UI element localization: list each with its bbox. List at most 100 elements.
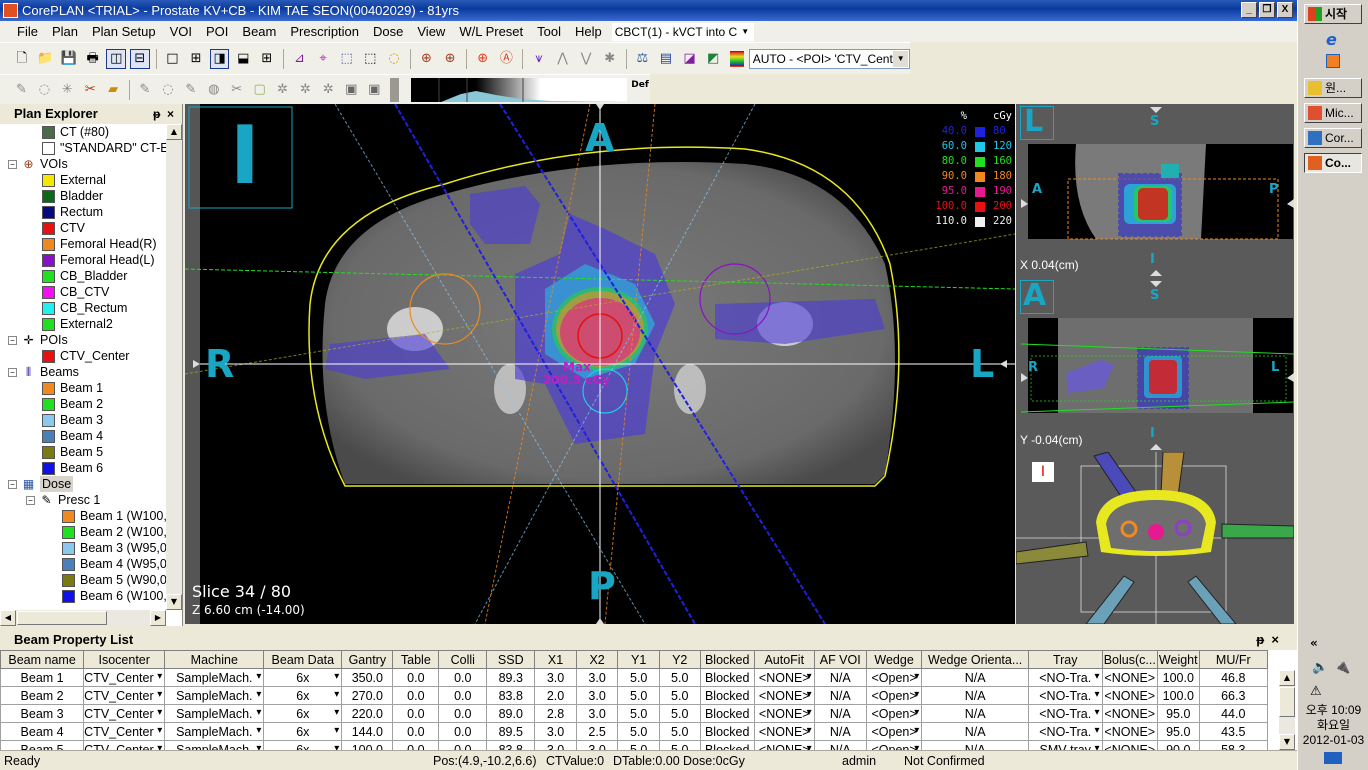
scroll-right-icon[interactable]: ▶ <box>150 610 166 626</box>
table-cell[interactable]: 3.0 <box>534 722 577 741</box>
reference-point-combo[interactable]: AUTO - <POI> 'CTV_Cente ▼ <box>748 48 911 69</box>
table-cell[interactable]: 6x <box>263 704 343 723</box>
tree-item[interactable]: Beam 3 <box>0 412 166 428</box>
close-panel-icon[interactable]: × <box>167 107 174 121</box>
table-cell[interactable]: <Open> <box>865 704 923 723</box>
add-poi-icon[interactable]: ⊕ <box>473 49 493 69</box>
table-cell[interactable]: 66.3 <box>1198 686 1269 705</box>
tree-horizontal-scrollbar[interactable]: ◀ ▶ <box>0 610 166 626</box>
table-cell[interactable]: <NONE> <box>753 686 815 705</box>
menu-view[interactable]: View <box>410 22 452 42</box>
table-cell[interactable]: 0.0 <box>392 668 440 687</box>
tree-vertical-scrollbar[interactable]: ▲ ▼ <box>166 124 182 610</box>
table-cell[interactable]: Blocked <box>699 686 755 705</box>
table-cell[interactable]: 6x <box>263 668 343 687</box>
pencil-b-icon[interactable]: ✎ <box>136 80 155 100</box>
table-cell[interactable]: SampleMach. <box>164 704 265 723</box>
layout-quad-icon[interactable]: ⊞ <box>186 49 206 69</box>
table-cell[interactable]: 5.0 <box>617 668 660 687</box>
restore-button[interactable]: ❐ <box>1259 2 1275 18</box>
table-cell[interactable]: 95.0 <box>1156 704 1200 723</box>
magic-wand-icon[interactable]: ✳ <box>58 80 77 100</box>
table-cell[interactable]: 43.5 <box>1198 722 1269 741</box>
calculator-icon[interactable]: ▤ <box>656 49 676 69</box>
tree-item[interactable]: CT (#80) <box>0 124 166 140</box>
table-cell[interactable]: <NONE> <box>1101 686 1158 705</box>
beam-cross-icon[interactable]: ✱ <box>600 49 620 69</box>
column-header[interactable]: Machine <box>164 650 265 669</box>
column-header[interactable]: Beam Data <box>263 650 343 669</box>
table-cell[interactable]: 3.0 <box>534 668 577 687</box>
table-cell[interactable]: 144.0 <box>341 722 394 741</box>
open-folder-icon[interactable]: 📁 <box>36 49 56 69</box>
table-cell[interactable]: 5.0 <box>658 704 701 723</box>
pencil-c-icon[interactable]: ✎ <box>181 80 200 100</box>
table-row[interactable]: Beam 1CTV_CenterSampleMach.6x350.00.00.0… <box>0 668 1269 687</box>
column-header[interactable]: Wedge <box>865 650 923 669</box>
tree-item[interactable]: CTV <box>0 220 166 236</box>
tree-item[interactable]: Beam 5 <box>0 444 166 460</box>
table-cell[interactable]: 5.0 <box>658 722 701 741</box>
column-header[interactable]: MU/Fr <box>1198 650 1269 669</box>
table-vertical-scrollbar[interactable]: ▲ ▼ <box>1279 670 1295 750</box>
layout-two-vertical-icon[interactable]: ◫ <box>106 48 127 69</box>
table-cell[interactable]: <NONE> <box>1101 704 1158 723</box>
table-cell[interactable]: 6x <box>263 722 343 741</box>
table-cell[interactable]: <Open> <box>865 686 923 705</box>
window-level-histogram[interactable] <box>411 77 642 102</box>
table-cell[interactable]: Blocked <box>699 722 755 741</box>
column-header[interactable]: Gantry <box>341 650 394 669</box>
eraser-icon[interactable]: ▰ <box>104 80 123 100</box>
image-icon[interactable]: ▣ <box>342 80 361 100</box>
menu-tool[interactable]: Tool <box>530 22 568 42</box>
table-cell[interactable]: CTV_Center <box>83 704 166 723</box>
dvh-icon[interactable]: ◪ <box>680 49 700 69</box>
layout-bottom-icon[interactable]: ⬓ <box>233 49 253 69</box>
table-cell[interactable]: Beam 3 <box>0 704 85 723</box>
column-header[interactable]: Tray <box>1027 650 1103 669</box>
layout-main-side-icon[interactable]: ◨ <box>209 48 230 69</box>
table-cell[interactable]: N/A <box>813 722 867 741</box>
table-cell[interactable]: 2.5 <box>575 722 619 741</box>
table-cell[interactable]: 5.0 <box>658 668 701 687</box>
table-cell[interactable]: 100.0 <box>1156 686 1200 705</box>
scroll-down-icon[interactable]: ▼ <box>166 594 182 610</box>
scissors-b-icon[interactable]: ✂ <box>227 80 246 100</box>
table-cell[interactable]: 5.0 <box>617 722 660 741</box>
scroll-thumb[interactable] <box>1279 687 1295 717</box>
table-cell[interactable]: <NO-Tra. <box>1027 704 1103 723</box>
collapse-toggle-icon[interactable]: − <box>8 335 17 345</box>
coronal-view[interactable]: A S I R L Y -0.04(cm) <box>1016 278 1294 450</box>
table-cell[interactable]: SampleMach. <box>164 722 265 741</box>
3d-view[interactable]: I <box>1016 452 1294 624</box>
column-header[interactable]: AF VOI <box>813 650 867 669</box>
table-cell[interactable]: CTV_Center <box>83 722 166 741</box>
table-cell[interactable]: SampleMach. <box>164 668 265 687</box>
scale-icon[interactable]: ⚖ <box>633 49 653 69</box>
table-row[interactable]: Beam 4CTV_CenterSampleMach.6x144.00.00.0… <box>0 722 1269 741</box>
network-warning-icon[interactable]: ⚠ <box>1310 684 1322 699</box>
table-cell[interactable]: Blocked <box>699 704 755 723</box>
table-cell[interactable]: 89.5 <box>486 722 536 741</box>
table-cell[interactable]: 0.0 <box>438 686 488 705</box>
tree-item[interactable]: CB_CTV <box>0 284 166 300</box>
table-cell[interactable]: 5.0 <box>658 686 701 705</box>
taskbar-window-button[interactable]: Cor... <box>1304 128 1362 148</box>
tree-item[interactable]: Beam 4 (W95,0 <box>0 556 166 572</box>
tray-clock[interactable]: 오후 10:09 화요일 2012-01-03 <box>1298 703 1368 748</box>
taskbar-window-button[interactable]: Co... <box>1304 153 1362 173</box>
column-header[interactable]: X2 <box>575 650 619 669</box>
scissors-icon[interactable]: ✂ <box>81 80 100 100</box>
table-cell[interactable]: 100.0 <box>1156 668 1200 687</box>
tree-item[interactable]: CB_Rectum <box>0 300 166 316</box>
layout-single-icon[interactable]: □ <box>163 49 183 69</box>
add-voi-icon[interactable]: ⊕ <box>417 49 437 69</box>
table-cell[interactable]: N/A <box>921 668 1029 687</box>
crosshair-icon[interactable]: ⌖ <box>313 49 333 69</box>
new-file-icon[interactable]: 🗋 <box>12 49 32 69</box>
layout-three-icon[interactable]: ⊞ <box>257 49 277 69</box>
toolbar-overflow[interactable] <box>389 77 400 102</box>
table-cell[interactable]: Beam 1 <box>0 668 85 687</box>
start-button[interactable]: 시작 <box>1304 4 1362 24</box>
beam-pair-icon[interactable]: ⋀ <box>553 49 573 69</box>
